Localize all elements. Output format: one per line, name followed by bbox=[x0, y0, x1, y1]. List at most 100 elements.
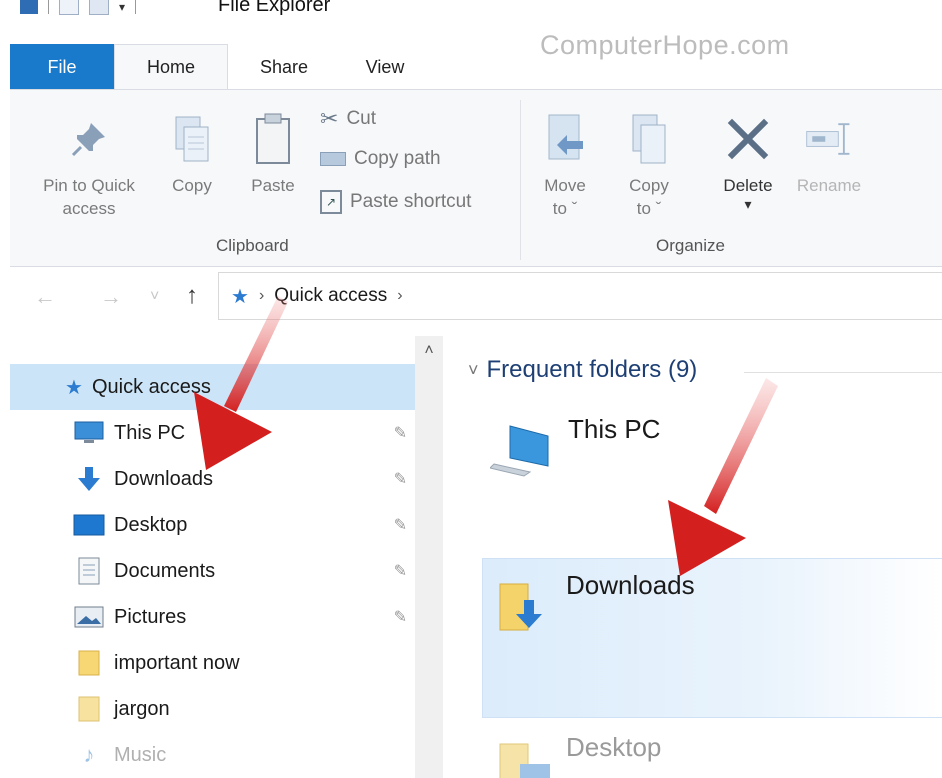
move-label-2: to ˇ bbox=[552, 199, 578, 218]
pin-icon[interactable]: ✎ bbox=[394, 515, 407, 535]
scissors-icon: ✂ bbox=[320, 106, 339, 131]
pictures-icon bbox=[72, 604, 106, 630]
delete-x-icon bbox=[722, 104, 774, 174]
ribbon-home: Pin to Quick access Copy Paste ✂ Cut Cop… bbox=[10, 89, 942, 267]
sidebar-item-label: Music bbox=[114, 743, 167, 766]
qat-separator bbox=[48, 0, 49, 14]
watermark: ComputerHope.com bbox=[540, 30, 790, 60]
folder-tile-downloads[interactable]: Downloads bbox=[498, 570, 695, 641]
sidebar-item-label: jargon bbox=[114, 697, 170, 720]
navigation-bar: ← → ˅ ↑ ★ › Quick access › bbox=[10, 268, 942, 328]
delete-button[interactable]: Delete ▾ bbox=[708, 104, 788, 211]
new-folder-icon[interactable] bbox=[89, 0, 109, 15]
clipboard-group-label: Clipboard bbox=[216, 236, 289, 255]
breadcrumb-quick-access[interactable]: Quick access bbox=[274, 285, 387, 307]
downloads-folder-icon bbox=[498, 578, 552, 641]
move-label: Move bbox=[544, 176, 586, 195]
delete-label: Delete bbox=[723, 176, 773, 195]
tile-label: This PC bbox=[568, 414, 661, 444]
star-icon: ★ bbox=[231, 285, 249, 308]
sidebar-item-label: Pictures bbox=[114, 605, 187, 628]
pin-label-2: access bbox=[62, 199, 116, 218]
back-button[interactable]: ← bbox=[34, 284, 56, 310]
navigation-pane: ★ Quick access This PC ✎ Downloads ✎ Des… bbox=[10, 340, 415, 778]
title-bar: ▾ File Explorer bbox=[0, 0, 942, 32]
copy-path-label: Copy path bbox=[354, 148, 441, 169]
sidebar-item-jargon[interactable]: jargon bbox=[10, 686, 415, 732]
this-pc-icon bbox=[489, 420, 554, 485]
frequent-folders-title: Frequent folders (9) bbox=[486, 356, 698, 383]
forward-button[interactable]: → bbox=[100, 284, 122, 310]
chevron-down-icon: ˅ bbox=[468, 359, 479, 380]
content-pane: ˅ Frequent folders (9) This PC Downloads… bbox=[444, 336, 942, 778]
recent-locations-button[interactable]: ˅ bbox=[150, 288, 159, 306]
app-icon bbox=[20, 0, 38, 14]
star-icon: ★ bbox=[65, 376, 83, 399]
cut-label: Cut bbox=[346, 108, 377, 129]
window-title: File Explorer bbox=[218, 0, 331, 16]
ribbon-tabs: File Home Share View bbox=[10, 44, 430, 90]
sidebar-item-quick-access[interactable]: ★ Quick access bbox=[10, 364, 415, 410]
copy-to-label: Copy bbox=[629, 176, 669, 195]
music-note-icon: ♪ bbox=[83, 742, 95, 767]
sidebar-item-this-pc[interactable]: This PC ✎ bbox=[10, 410, 415, 456]
folder-tile-desktop[interactable]: Desktop bbox=[498, 732, 661, 778]
folder-icon bbox=[72, 650, 106, 676]
copy-to-label-2: to ˇ bbox=[636, 199, 662, 218]
pin-icon[interactable]: ✎ bbox=[394, 469, 407, 489]
sidebar-item-label: This PC bbox=[114, 421, 186, 444]
tab-home[interactable]: Home bbox=[114, 44, 228, 90]
sidebar-item-pictures[interactable]: Pictures ✎ bbox=[10, 594, 415, 640]
download-arrow-icon bbox=[72, 466, 106, 492]
folder-icon bbox=[72, 696, 106, 722]
address-field[interactable]: ★ › Quick access › bbox=[218, 272, 942, 320]
sidebar-item-important-now[interactable]: important now bbox=[10, 640, 415, 686]
sidebar-item-downloads[interactable]: Downloads ✎ bbox=[10, 456, 415, 502]
breadcrumb-separator: › bbox=[258, 287, 265, 304]
tab-file[interactable]: File bbox=[10, 44, 114, 90]
header-divider bbox=[744, 372, 942, 373]
desktop-folder-icon bbox=[498, 738, 552, 778]
properties-icon[interactable] bbox=[59, 0, 79, 15]
tile-label: Downloads bbox=[566, 570, 695, 600]
navigation-pane-scrollbar[interactable]: ˄ bbox=[415, 336, 443, 778]
rename-icon bbox=[803, 104, 855, 174]
pin-icon[interactable]: ✎ bbox=[394, 561, 407, 581]
tab-view[interactable]: View bbox=[340, 44, 430, 90]
up-button[interactable]: ↑ bbox=[186, 282, 198, 310]
sidebar-item-music[interactable]: ♪ Music bbox=[10, 732, 415, 778]
desktop-icon bbox=[72, 512, 106, 538]
pin-icon bbox=[63, 104, 115, 174]
sidebar-item-label: important now bbox=[114, 651, 240, 674]
pin-icon[interactable]: ✎ bbox=[394, 423, 407, 443]
copy-path-icon bbox=[320, 152, 346, 166]
paste-label: Paste bbox=[251, 176, 295, 195]
sidebar-item-documents[interactable]: Documents ✎ bbox=[10, 548, 415, 594]
qat-dropdown-icon[interactable]: ▾ bbox=[119, 0, 125, 14]
pin-to-quick-access-button[interactable]: Pin to Quick access bbox=[24, 104, 154, 220]
copy-path-button[interactable]: Copy path bbox=[320, 148, 441, 170]
sidebar-item-desktop[interactable]: Desktop ✎ bbox=[10, 502, 415, 548]
frequent-folders-header[interactable]: ˅ Frequent folders (9) bbox=[468, 356, 697, 384]
sidebar-item-label: Downloads bbox=[114, 467, 213, 490]
copy-button[interactable]: Copy bbox=[160, 104, 224, 197]
paste-shortcut-button[interactable]: ↗ Paste shortcut bbox=[320, 190, 471, 214]
monitor-icon bbox=[72, 420, 106, 446]
move-to-button[interactable]: Move to ˇ bbox=[530, 104, 600, 220]
paste-icon bbox=[247, 104, 299, 174]
copy-to-button[interactable]: Copy to ˇ bbox=[614, 104, 684, 220]
qat-separator bbox=[135, 0, 137, 14]
sidebar-item-label: Quick access bbox=[92, 375, 211, 398]
ribbon-separator bbox=[520, 100, 521, 260]
scroll-up-button[interactable]: ˄ bbox=[415, 336, 443, 366]
paste-button[interactable]: Paste bbox=[238, 104, 308, 197]
breadcrumb-separator[interactable]: › bbox=[397, 287, 402, 305]
folder-tile-this-pc[interactable]: This PC bbox=[489, 414, 661, 485]
rename-button[interactable]: Rename bbox=[786, 104, 872, 197]
paste-shortcut-icon: ↗ bbox=[320, 190, 342, 214]
cut-button[interactable]: ✂ Cut bbox=[320, 106, 376, 132]
pin-icon[interactable]: ✎ bbox=[394, 607, 407, 627]
copy-label: Copy bbox=[172, 176, 212, 195]
delete-caret-icon: ▾ bbox=[744, 196, 752, 212]
tab-share[interactable]: Share bbox=[228, 44, 340, 90]
